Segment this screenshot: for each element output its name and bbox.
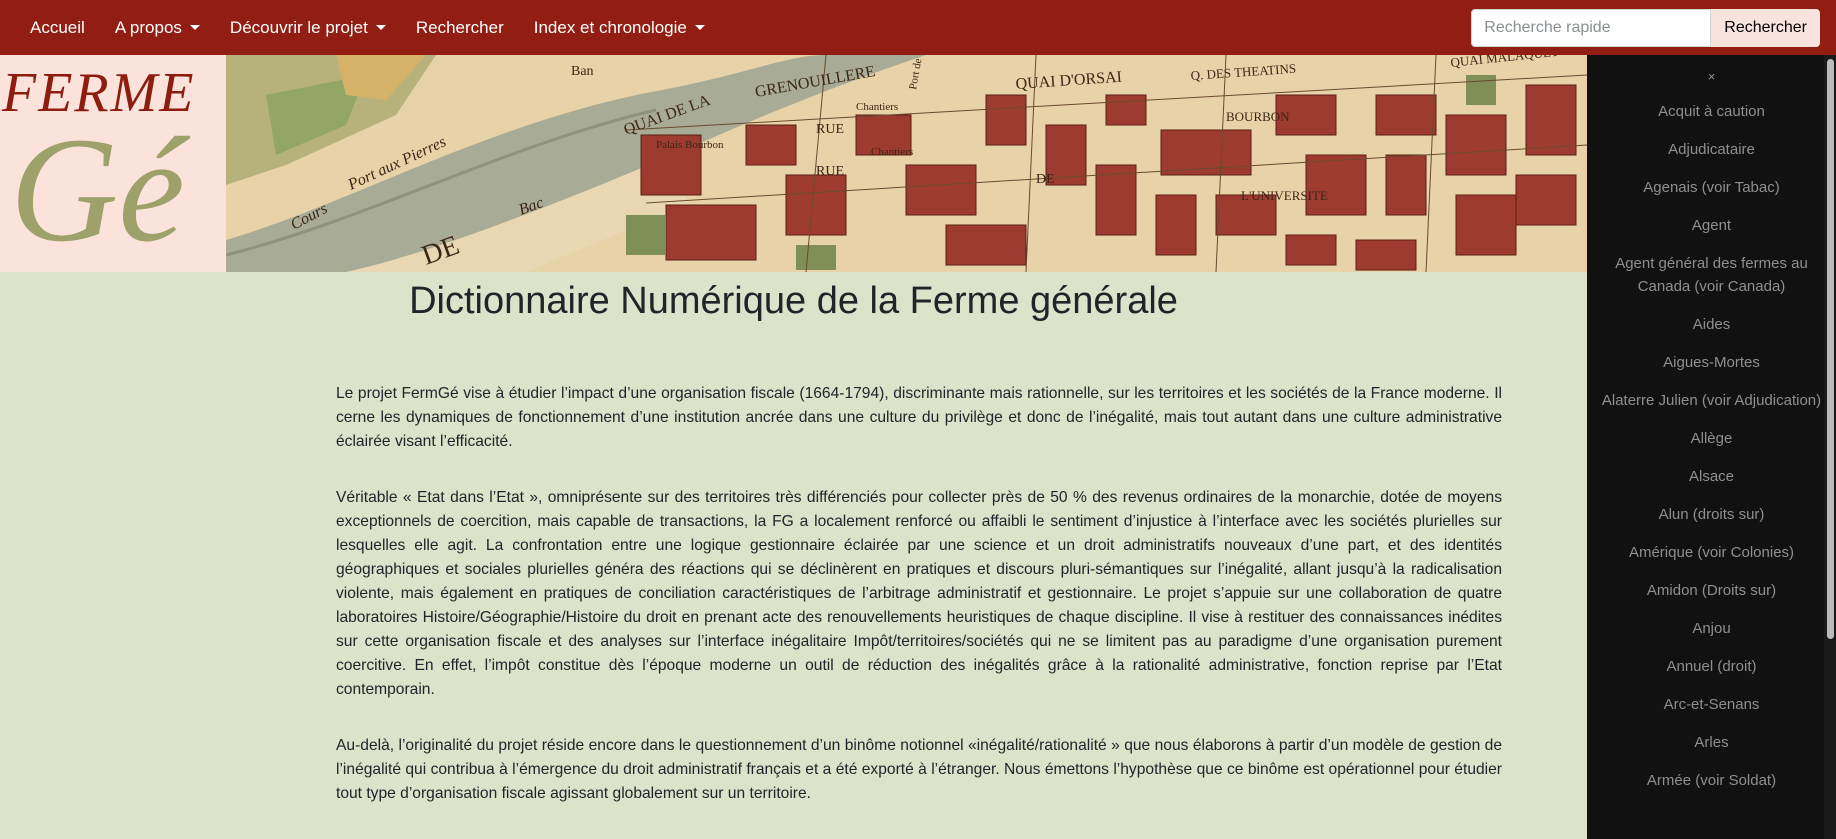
nav-decouvrir-label: Découvrir le projet — [229, 17, 368, 37]
nav-index-label: Index et chronologie — [533, 17, 687, 37]
sidebar-item[interactable]: Agenais (voir Tabac) — [1587, 171, 1836, 204]
nav-accueil[interactable]: Accueil — [0, 18, 100, 38]
page-title: Dictionnaire Numérique de la Ferme génér… — [409, 280, 1178, 322]
sidebar-item[interactable]: Alun (droits sur) — [1587, 498, 1836, 531]
sidebar-item[interactable]: Amérique (voir Colonies) — [1587, 536, 1836, 569]
sidebar-item[interactable]: Adjudicataire — [1587, 133, 1836, 166]
paragraph: Le projet FermGé vise à étudier l’impact… — [336, 385, 1502, 450]
sidebar-item[interactable]: Aigues-Mortes — [1587, 346, 1836, 379]
index-sidebar: × Acquit à caution Adjudicataire Agenais… — [1587, 55, 1836, 839]
map-label: BOURBON — [1226, 109, 1290, 124]
sidebar-item[interactable]: Anjou — [1587, 612, 1836, 645]
caret-down-icon — [375, 25, 386, 30]
sidebar-item[interactable]: Armée (voir Soldat) — [1587, 764, 1836, 797]
paragraph: Véritable « Etat dans l’Etat », omniprés… — [336, 489, 1502, 698]
map-label: RUE — [816, 122, 844, 137]
map-label: Chantiers — [871, 146, 913, 158]
nav-decouvrir-projet[interactable]: Découvrir le projet — [215, 18, 401, 38]
sidebar-item[interactable]: Agent général des fermes au Canada (voir… — [1587, 247, 1836, 303]
nav-index-chronologie[interactable]: Index et chronologie — [519, 18, 720, 38]
sidebar-item[interactable]: Agent — [1587, 209, 1836, 242]
main-content: Dictionnaire Numérique de la Ferme génér… — [0, 272, 1587, 839]
logo-text-big: Gé — [10, 107, 185, 272]
sidebar-scrollbar[interactable] — [1824, 55, 1836, 839]
nav-a-propos[interactable]: A propos — [100, 18, 215, 38]
scrollbar-thumb[interactable] — [1827, 59, 1834, 639]
sidebar-item[interactable]: Annuel (droit) — [1587, 650, 1836, 683]
map-label: Chantiers — [856, 101, 898, 113]
sidebar-item[interactable]: Allège — [1587, 422, 1836, 455]
map-label: RUE — [816, 164, 844, 179]
quick-search-input[interactable] — [1471, 8, 1712, 47]
search-button[interactable]: Rechercher — [1711, 8, 1820, 47]
map-label: Palais Bourbon — [656, 139, 724, 151]
nav-rechercher[interactable]: Rechercher — [401, 18, 519, 38]
top-navbar: Accueil A propos Découvrir le projet Rec… — [0, 0, 1836, 55]
nav-rechercher-label: Rechercher — [415, 17, 504, 37]
map-label: DE — [1036, 172, 1055, 187]
sidebar-item[interactable]: Alsace — [1587, 460, 1836, 493]
paragraph: Au-delà, l’originalité du projet réside … — [336, 737, 1502, 802]
header-banner: FERME Gé Cours Port aux Pierres DE Bac B… — [0, 55, 1587, 272]
nav-accueil-label: Accueil — [30, 17, 85, 37]
sidebar-item[interactable]: Acquit à caution — [1587, 95, 1836, 128]
map-label: Ban — [571, 64, 594, 79]
sidebar-item[interactable]: Amidon (Droits sur) — [1587, 574, 1836, 607]
map-label: L'UNIVERSITE — [1241, 188, 1328, 203]
historic-map-image: Cours Port aux Pierres DE Bac Ban QUAI D… — [226, 55, 1587, 272]
caret-down-icon — [189, 25, 200, 30]
close-icon[interactable]: × — [1587, 55, 1836, 95]
nav-a-propos-label: A propos — [114, 17, 182, 37]
sidebar-item[interactable]: Arles — [1587, 726, 1836, 759]
intro-text: Le projet FermGé vise à étudier l’impact… — [336, 382, 1502, 838]
fermge-logo[interactable]: FERME Gé — [0, 55, 226, 272]
sidebar-item[interactable]: Alaterre Julien (voir Adjudication) — [1587, 384, 1836, 417]
sidebar-item[interactable]: Arc-et-Senans — [1587, 688, 1836, 721]
sidebar-item[interactable]: Aides — [1587, 308, 1836, 341]
caret-down-icon — [694, 25, 705, 30]
